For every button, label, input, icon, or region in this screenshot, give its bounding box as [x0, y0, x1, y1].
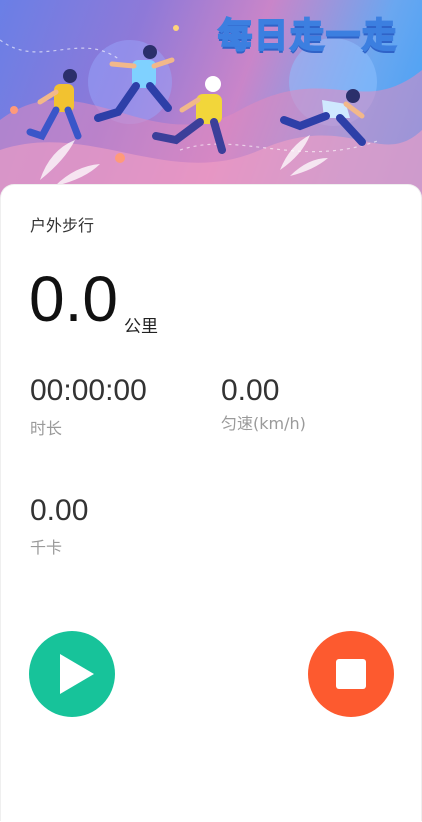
distance-unit: 公里 [124, 317, 158, 337]
start-button[interactable] [29, 631, 115, 717]
banner-title: 每日走一走 [217, 15, 398, 57]
workout-card: 户外步行 0.0 公里 00:00:00 时长 0.00 匀速(km/h) 0.… [0, 184, 422, 821]
workout-mode-title: 户外步行 [30, 216, 95, 235]
stop-button[interactable] [308, 631, 394, 717]
calories-value: 0.00 [30, 494, 89, 527]
stop-icon [336, 659, 366, 689]
header-banner: 每日走一走 [0, 0, 422, 200]
speed-label: 匀速(km/h) [221, 414, 306, 433]
duration-value: 00:00:00 [30, 374, 147, 407]
play-icon [60, 654, 94, 694]
duration-label: 时长 [30, 419, 63, 438]
speed-value: 0.00 [221, 374, 280, 407]
calories-label: 千卡 [30, 538, 63, 557]
distance-value: 0.0 [29, 263, 118, 335]
